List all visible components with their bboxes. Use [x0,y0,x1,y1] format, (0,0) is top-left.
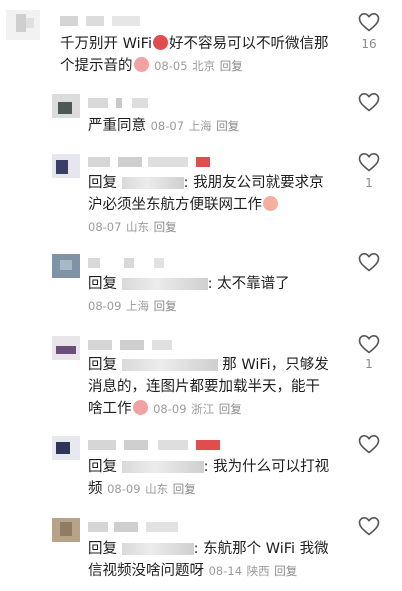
username-blurred[interactable] [60,16,140,26]
comment-date: 08-14 [208,564,243,578]
reply-comment: 回复 那 WiFi，只够发 消息的，连图片都要加载半天，能干 啥工作 08-09… [0,332,402,426]
comment-text: 千万别开 WiFi 好不容易可以不听微信那 [60,35,329,52]
heart-outline-icon[interactable] [358,434,380,454]
reply-button[interactable]: 回复 [220,59,243,73]
comment-text: 回复 : 我为什么可以打视 [88,459,330,475]
reply-button[interactable]: 回复 [219,402,242,416]
comment-location: 山东 [126,220,150,234]
heart-outline-icon[interactable] [358,12,380,32]
avatar[interactable] [52,94,80,118]
like-count: 1 [365,357,373,371]
mention-blurred[interactable] [121,177,184,189]
heart-outline-icon[interactable] [358,92,380,112]
comment-text-line2: 消息的，连图片都要加载半天，能干 [88,379,320,395]
comment-date: 08-05 [154,59,188,73]
mention-blurred[interactable] [121,278,208,290]
comment-main: 千万别开 WiFi 好不容易可以不听微信那 个提示音的 08-05 北京 回复 1… [0,0,402,82]
comment-text-line2: 沪必须坐东航方便联网工作 [88,194,279,216]
mention-blurred[interactable] [121,461,204,473]
mention-blurred[interactable] [121,543,194,555]
reply-button[interactable]: 回复 [216,119,239,133]
comment-text-line2: 频 08-09 山东 回复 [88,481,196,497]
mention-blurred[interactable] [121,359,218,371]
comment-location: 上海 [188,119,212,133]
username-blurred[interactable] [88,157,210,167]
pig-face-emoji [133,57,149,72]
comment-text: 回复 : 东航那个 WiFi 我微 [88,541,329,557]
pig-face-emoji [132,400,148,415]
reply-comment: 回复 : 东航那个 WiFi 我微 信视频没啥问题呀 08-14 陕西 回复 [0,512,402,584]
heart-outline-icon[interactable] [358,516,380,536]
comment-text: 回复 : 我朋友公司就要求京 [88,175,324,191]
comment-date: 08-09 [153,402,187,416]
avatar[interactable] [52,154,80,178]
comment-text-line2: 个提示音的 08-05 北京 回复 [60,57,243,74]
reply-comment: 严重同意 08-07 上海 回复 [0,88,402,140]
reply-button[interactable]: 回复 [154,299,177,313]
comment-meta: 08-07 山东 回复 [88,216,177,238]
comment-location: 山东 [145,482,169,496]
comment-text-line2: 信视频没啥问题呀 08-14 陕西 回复 [88,563,298,579]
reply-comment: 回复 : 太不靠谱了 08-09 上海 回复 [0,252,402,322]
avatar[interactable] [6,10,40,40]
comment-text: 严重同意 08-07 上海 回复 [88,118,240,134]
heart-outline-icon[interactable] [358,152,380,172]
angry-devil-emoji [152,35,168,50]
comment-text: 回复 : 太不靠谱了 [88,276,290,292]
reply-comment: 回复 : 我朋友公司就要求京 沪必须坐东航方便联网工作 08-07 山东 回复 … [0,148,402,240]
comment-location: 陕西 [246,564,270,578]
reply-comment: 回复 : 我为什么可以打视 频 08-09 山东 回复 [0,432,402,504]
comment-date: 08-09 [88,299,122,313]
comment-text: 回复 那 WiFi，只够发 [88,357,329,373]
reply-button[interactable]: 回复 [173,482,196,496]
username-blurred[interactable] [88,258,164,268]
crying-face-emoji [263,196,278,211]
comment-location: 浙江 [191,402,215,416]
comment-location: 北京 [192,59,216,73]
comment-meta: 08-09 上海 回复 [88,295,177,317]
like-count: 1 [365,176,373,190]
comment-date: 08-07 [88,220,122,234]
comment-text-line3: 啥工作 08-09 浙江 回复 [88,400,242,417]
avatar[interactable] [52,254,80,278]
username-blurred[interactable] [88,98,148,108]
reply-button[interactable]: 回复 [154,220,177,234]
username-blurred[interactable] [88,440,220,450]
comment-date: 08-09 [107,482,141,496]
comment-location: 上海 [126,299,150,313]
avatar[interactable] [52,518,80,542]
avatar[interactable] [52,336,80,360]
avatar[interactable] [52,436,80,460]
username-blurred[interactable] [88,522,178,532]
username-blurred[interactable] [88,340,172,350]
like-count: 16 [361,37,377,51]
reply-button[interactable]: 回复 [274,564,297,578]
comment-date: 08-07 [150,119,185,133]
heart-outline-icon[interactable] [358,334,380,354]
heart-outline-icon[interactable] [358,252,380,272]
